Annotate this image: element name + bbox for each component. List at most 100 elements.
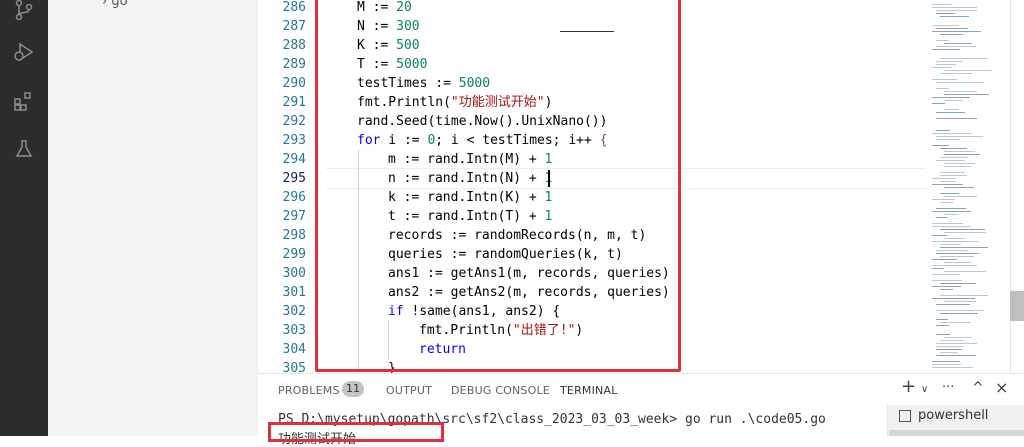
minimap-line — [940, 34, 963, 35]
minimap-line — [940, 175, 967, 176]
minimap-line — [932, 298, 975, 299]
minimap-line — [932, 226, 971, 227]
minimap-line — [936, 346, 964, 347]
tab-problems[interactable]: PROBLEMS — [278, 384, 340, 397]
minimap-line — [944, 154, 980, 155]
scrollbar-thumb[interactable] — [1010, 291, 1024, 321]
tab-output[interactable]: OUTPUT — [386, 384, 432, 397]
tab-debug-console[interactable]: DEBUG CONSOLE — [451, 384, 550, 397]
minimap-line — [936, 304, 970, 305]
minimap-line — [940, 16, 969, 17]
minimap-line — [932, 97, 970, 98]
minimap-line — [944, 70, 991, 71]
minimap-line — [940, 58, 988, 59]
minimap-line — [936, 319, 948, 320]
minimap-line — [936, 208, 966, 209]
line-number: 291 — [282, 95, 306, 110]
line-number: 305 — [282, 361, 306, 373]
minimap-line — [936, 253, 979, 254]
line-number: 300 — [282, 266, 306, 281]
code-highlight-annotation — [315, 0, 681, 372]
minimap-line — [944, 262, 971, 263]
minimap-line — [932, 241, 978, 242]
minimap-line — [932, 361, 960, 362]
minimap-line — [940, 73, 972, 74]
minimap-line — [932, 280, 962, 281]
minimap-line — [936, 310, 983, 311]
terminal-icon — [899, 410, 911, 422]
minimap-line — [944, 43, 972, 44]
problems-count-badge: 11 — [342, 381, 364, 397]
minimap-line — [932, 184, 963, 185]
minimap-line — [932, 364, 961, 365]
minimap-line — [936, 118, 977, 119]
terminal-dropdown-button[interactable]: ∨ — [921, 384, 928, 404]
minimap-line — [936, 343, 977, 344]
minimap-line — [936, 217, 947, 218]
minimap-line — [936, 82, 984, 83]
minimap-line — [932, 223, 963, 224]
line-number: 289 — [282, 57, 306, 72]
tab-terminal[interactable]: TERMINAL — [560, 384, 618, 397]
line-number: 287 — [282, 19, 306, 34]
minimap-line — [944, 151, 975, 152]
minimap-line — [944, 109, 959, 110]
source-control-icon[interactable] — [0, 0, 48, 26]
line-number: 302 — [282, 304, 306, 319]
minimap-line — [936, 349, 962, 350]
minimap-line — [936, 112, 965, 113]
minimap[interactable] — [926, 0, 1010, 373]
minimap-line — [932, 178, 956, 179]
minimap-line — [944, 163, 975, 164]
minimap-line — [932, 145, 949, 146]
minimap-line — [932, 49, 960, 50]
testing-flask-icon[interactable] — [0, 133, 48, 165]
minimap-line — [936, 88, 949, 89]
minimap-line — [936, 10, 977, 11]
minimap-line — [932, 25, 959, 26]
terminal-item-powershell[interactable]: powershell — [918, 408, 988, 423]
line-number: 303 — [282, 323, 306, 338]
minimap-line — [936, 136, 983, 137]
minimap-line — [944, 301, 976, 302]
run-and-debug-icon[interactable] — [0, 36, 48, 68]
minimap-line — [936, 64, 956, 65]
terminal-item-selected[interactable] — [889, 430, 1024, 436]
sidebar: › go — [48, 0, 258, 436]
more-actions-button[interactable]: ··· — [942, 380, 954, 400]
new-terminal-button[interactable]: + — [901, 376, 916, 397]
minimap-line — [940, 181, 956, 182]
line-number: 296 — [282, 190, 306, 205]
minimap-line — [936, 325, 949, 326]
minimap-line — [932, 79, 957, 80]
minimap-line — [940, 202, 953, 203]
minimap-line — [944, 238, 965, 239]
minimap-line — [940, 340, 964, 341]
minimap-line — [940, 256, 974, 257]
line-number: 286 — [282, 0, 306, 15]
minimap-line — [936, 40, 949, 41]
minimap-line — [936, 139, 960, 140]
minimap-line — [944, 232, 986, 233]
minimap-line — [940, 247, 988, 248]
minimap-line — [936, 334, 950, 335]
sidebar-folder-label[interactable]: › go — [102, 0, 128, 9]
line-number: 301 — [282, 285, 306, 300]
line-number: 290 — [282, 76, 306, 91]
close-panel-button[interactable]: × — [995, 378, 1008, 398]
active-tab-indicator — [560, 31, 614, 32]
terminal-output-highlight — [268, 422, 444, 442]
minimap-line — [932, 235, 947, 236]
extensions-icon[interactable] — [0, 85, 48, 117]
minimap-line — [932, 4, 951, 5]
minimap-line — [940, 352, 958, 353]
minimap-line — [940, 193, 959, 194]
minimap-line — [936, 13, 955, 14]
minimap-line — [944, 100, 963, 101]
minimap-line — [932, 268, 944, 269]
minimap-line — [936, 46, 976, 47]
maximize-panel-button[interactable]: ^ — [972, 380, 984, 400]
minimap-line — [944, 94, 989, 95]
minimap-line — [932, 367, 973, 368]
minimap-line — [944, 196, 977, 197]
